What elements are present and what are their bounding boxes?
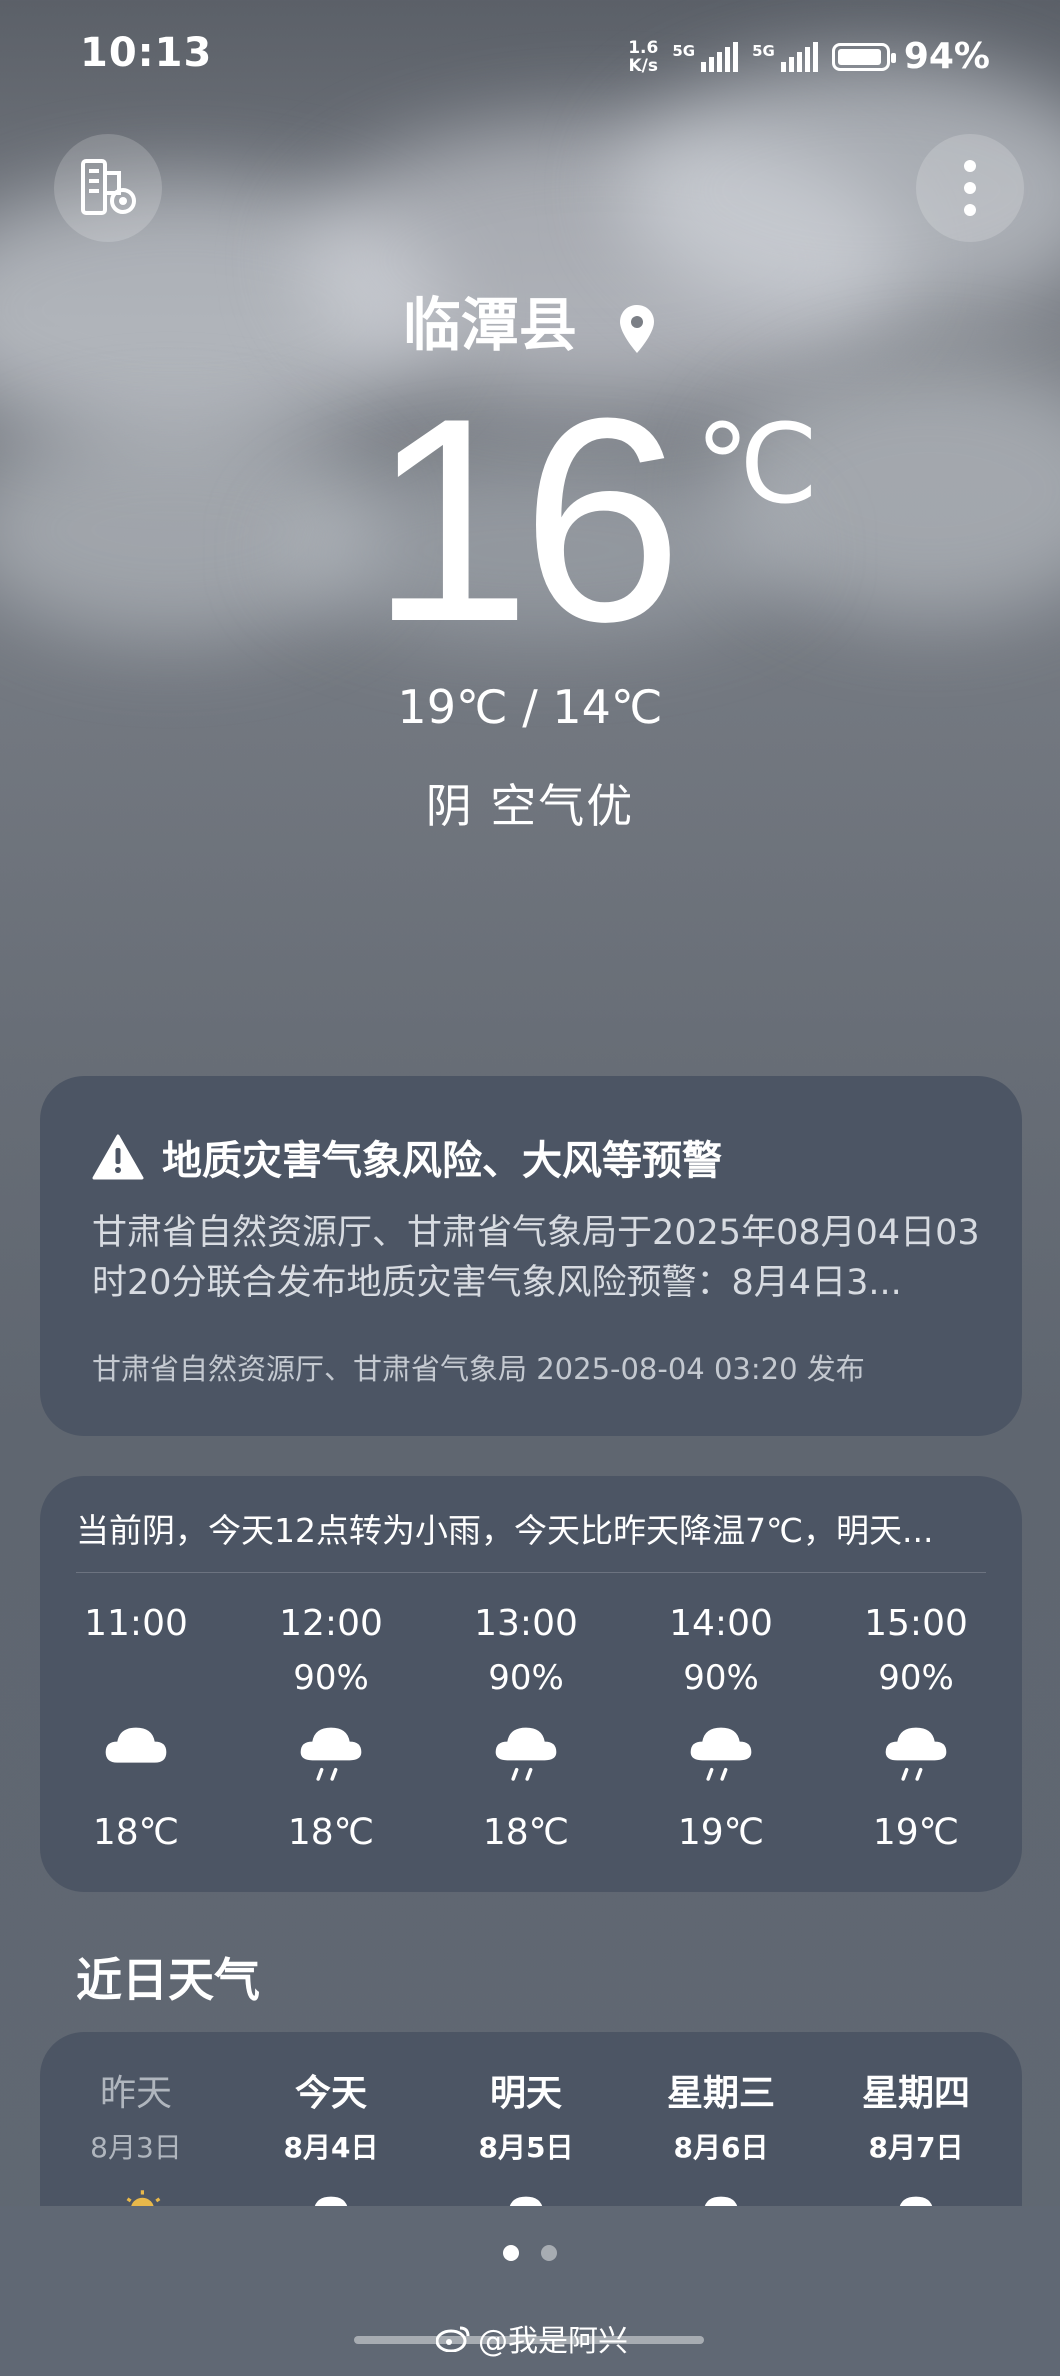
cloudy-icon	[46, 1706, 226, 1796]
alert-body: 甘肃省自然资源厅、甘肃省气象局于2025年08月04日03时20分联合发布地质灾…	[92, 1213, 980, 1303]
alert-title: 地质灾害气象风险、大风等预警	[162, 1138, 722, 1184]
hourly-item: 11:00 18℃	[46, 1602, 226, 1853]
hour-temperature: 18℃	[92, 1812, 180, 1853]
hour-temperature: 18℃	[287, 1812, 375, 1853]
day-name: 星期三	[666, 2073, 775, 2114]
more-options-button[interactable]	[916, 134, 1024, 242]
battery-icon	[831, 42, 896, 71]
warning-icon	[92, 1134, 144, 1180]
daily-forecast-card[interactable]: 昨天 8月3日 今天 8月4日 明天 8月5日 星期三 8月6日 星期四 8月7…	[40, 2032, 1022, 2232]
precip-probability: 90%	[488, 1658, 564, 1698]
page-dot[interactable]	[541, 2245, 557, 2261]
page-dot[interactable]	[503, 2245, 519, 2261]
hour-temperature: 19℃	[677, 1812, 765, 1853]
hour-time: 14:00	[669, 1603, 773, 1644]
battery-percent: 94%	[903, 36, 990, 77]
day-date: 8月4日	[283, 2131, 379, 2164]
light-rain-icon	[631, 1706, 811, 1796]
precip-probability	[46, 1656, 226, 1700]
hour-time: 12:00	[279, 1603, 383, 1644]
status-time: 10:13	[80, 30, 213, 76]
precip-probability: 90%	[683, 1658, 759, 1698]
network-speed: 1.6 K/s	[628, 37, 659, 76]
location-title[interactable]: 临潭县	[0, 278, 1060, 362]
precip-probability: 90%	[878, 1658, 954, 1698]
current-condition[interactable]: 阴 空气优	[0, 770, 1060, 836]
hourly-item: 14:00 90% 19℃	[631, 1602, 811, 1853]
status-bar: 10:13 1.6 K/s 5G 5G 94%	[0, 0, 1060, 110]
city-settings-icon	[81, 159, 136, 215]
forecast-summary: 当前阴，今天12点转为小雨，今天比昨天降温7℃，明天...	[76, 1511, 934, 1550]
light-rain-icon	[241, 1706, 421, 1796]
hour-temperature: 19℃	[872, 1812, 960, 1853]
weather-alert-card[interactable]: 地质灾害气象风险、大风等预警 甘肃省自然资源厅、甘肃省气象局于2025年08月0…	[40, 1076, 1022, 1436]
day-name: 今天	[294, 2073, 367, 2114]
hourly-item: 13:00 90% 18℃	[436, 1602, 616, 1853]
alert-source: 甘肃省自然资源厅、甘肃省气象局 2025-08-04 03:20 发布	[92, 1352, 865, 1386]
light-rain-icon	[826, 1706, 1006, 1796]
signal-icon: 5G	[672, 41, 739, 72]
divider	[76, 1572, 986, 1573]
day-date: 8月7日	[868, 2131, 964, 2164]
weibo-logo-icon	[436, 2326, 470, 2352]
watermark: @我是阿兴	[436, 2316, 628, 2360]
day-name: 昨天	[99, 2073, 172, 2114]
hour-time: 11:00	[84, 1603, 188, 1644]
hour-time: 13:00	[474, 1603, 578, 1644]
temperature-range: 19℃ / 14℃	[397, 680, 663, 734]
current-temperature: 16	[370, 358, 683, 682]
more-vertical-icon	[964, 160, 976, 216]
temperature-unit: ℃	[695, 403, 819, 526]
light-rain-icon	[436, 1706, 616, 1796]
signal-icon: 5G	[752, 41, 818, 72]
location-pin-icon	[620, 304, 655, 353]
precip-probability: 90%	[293, 1658, 369, 1698]
hourly-forecast-card[interactable]: 当前阴，今天12点转为小雨，今天比昨天降温7℃，明天... 11:00 18℃ 1…	[40, 1476, 1022, 1892]
hour-time: 15:00	[864, 1603, 968, 1644]
section-title: 近日天气	[76, 1953, 260, 2007]
day-date: 8月3日	[90, 2131, 182, 2164]
hourly-item: 12:00 90% 18℃	[241, 1602, 421, 1853]
hourly-item: 15:00 90% 19℃	[826, 1602, 1006, 1853]
page-indicator[interactable]	[0, 2245, 1060, 2261]
day-name: 明天	[489, 2073, 562, 2114]
day-name: 星期四	[861, 2073, 970, 2114]
hour-temperature: 18℃	[482, 1812, 570, 1853]
city-manage-button[interactable]	[54, 134, 162, 242]
day-date: 8月6日	[673, 2131, 769, 2164]
day-date: 8月5日	[478, 2131, 574, 2164]
